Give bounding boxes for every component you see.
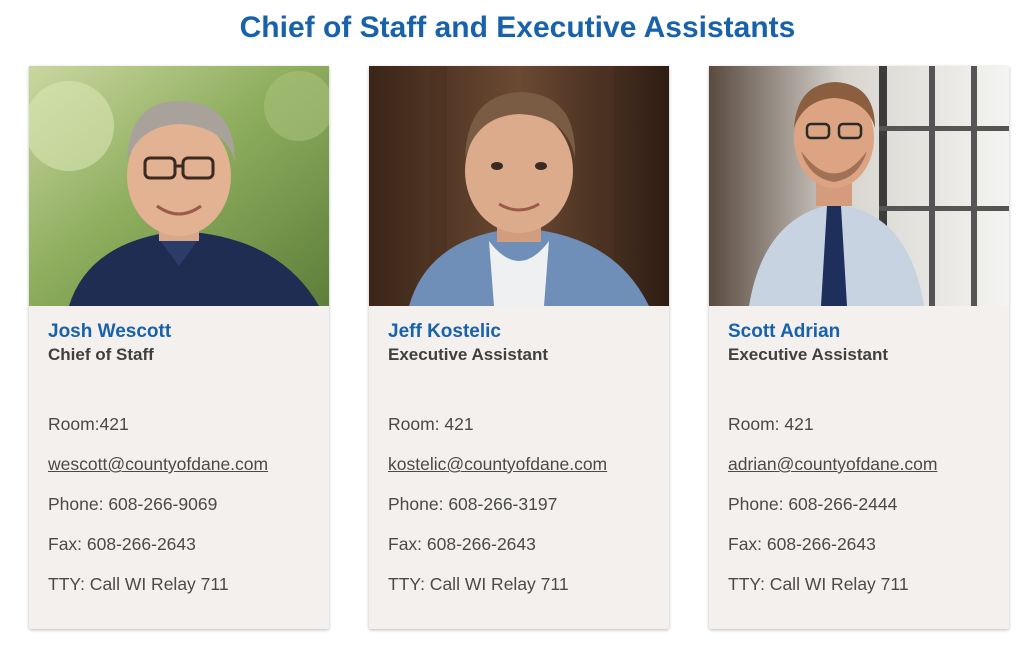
page-title: Chief of Staff and Executive Assistants [239, 11, 796, 44]
staff-photo [29, 66, 329, 306]
staff-tty: TTY: Call WI Relay 711 [48, 574, 229, 594]
staff-room: Room: 421 [728, 414, 814, 434]
staff-name: Scott Adrian [728, 321, 841, 342]
staff-phone: Phone: 608-266-2444 [728, 494, 898, 514]
staff-fax: Fax: 608-266-2643 [48, 534, 196, 554]
staff-role: Executive Assistant [728, 345, 888, 364]
staff-tty: TTY: Call WI Relay 711 [728, 574, 909, 594]
staff-role: Executive Assistant [388, 345, 548, 364]
staff-photo [369, 66, 669, 306]
staff-photo [709, 66, 1009, 306]
staff-email-link[interactable]: wescott@countyofdane.com [48, 453, 268, 475]
staff-fax: Fax: 608-266-2643 [388, 534, 536, 554]
staff-card-jeff-kostelic: Jeff Kostelic Executive Assistant Room: … [369, 66, 669, 629]
staff-role: Chief of Staff [48, 345, 154, 364]
staff-email-link[interactable]: kostelic@countyofdane.com [388, 453, 607, 475]
staff-tty: TTY: Call WI Relay 711 [388, 574, 569, 594]
staff-email-link[interactable]: adrian@countyofdane.com [728, 453, 937, 475]
staff-fax: Fax: 608-266-2643 [728, 534, 876, 554]
staff-card-scott-adrian: Scott Adrian Executive Assistant Room: 4… [709, 66, 1009, 629]
staff-name: Josh Wescott [48, 321, 172, 342]
staff-room: Room: 421 [388, 414, 474, 434]
staff-phone: Phone: 608-266-3197 [388, 494, 558, 514]
staff-phone: Phone: 608-266-9069 [48, 494, 218, 514]
staff-card-josh-wescott: Josh Wescott Chief of Staff Room:421 wes… [29, 66, 329, 629]
staff-room: Room:421 [48, 414, 129, 434]
staff-name: Jeff Kostelic [388, 321, 501, 342]
